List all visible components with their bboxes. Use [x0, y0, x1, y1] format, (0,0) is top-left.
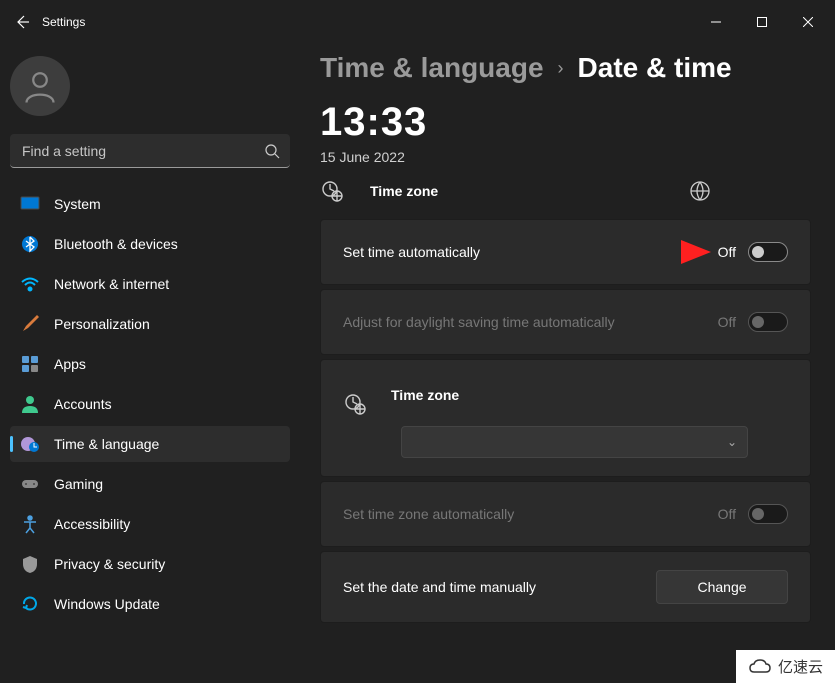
clock-globe-icon: [20, 434, 40, 454]
chevron-down-icon: ⌄: [727, 435, 737, 449]
close-icon: [803, 17, 813, 27]
sidebar-item-apps[interactable]: Apps: [10, 346, 290, 382]
toggle-auto-timezone: [748, 504, 788, 524]
sidebar-item-label: Bluetooth & devices: [54, 236, 178, 252]
minimize-icon: [711, 17, 721, 27]
setting-timezone: Time zone ⌄: [320, 359, 811, 477]
sidebar-item-label: Accounts: [54, 396, 112, 412]
setting-label: Set time zone automatically: [343, 506, 718, 522]
apps-icon: [20, 354, 40, 374]
breadcrumb: Time & language › Date & time: [320, 52, 811, 84]
clock-time: 13:33: [320, 100, 811, 145]
toggle-state: Off: [718, 314, 736, 330]
sidebar-item-privacy[interactable]: Privacy & security: [10, 546, 290, 582]
sidebar-item-label: System: [54, 196, 101, 212]
clock-globe-icon: [320, 179, 344, 203]
search-input[interactable]: [10, 134, 290, 168]
setting-auto-timezone: Set time zone automatically Off: [320, 481, 811, 547]
setting-label: Time zone: [387, 387, 459, 403]
chevron-right-icon: ›: [558, 58, 564, 79]
breadcrumb-parent[interactable]: Time & language: [320, 52, 544, 84]
clock-date: 15 June 2022: [320, 149, 811, 165]
sidebar-item-label: Privacy & security: [54, 556, 165, 572]
timezone-select[interactable]: ⌄: [401, 426, 748, 458]
gamepad-icon: [20, 474, 40, 494]
setting-label: Adjust for daylight saving time automati…: [343, 314, 718, 330]
maximize-button[interactable]: [739, 6, 785, 38]
timezone-header-label: Time zone: [364, 183, 669, 199]
close-button[interactable]: [785, 6, 831, 38]
nav-list: System Bluetooth & devices Network & int…: [10, 186, 290, 622]
sidebar-item-label: Gaming: [54, 476, 103, 492]
clock-globe-icon: [343, 392, 367, 416]
toggle-state: Off: [718, 244, 736, 260]
sidebar: System Bluetooth & devices Network & int…: [0, 44, 300, 683]
sidebar-item-label: Windows Update: [54, 596, 160, 612]
setting-dst: Adjust for daylight saving time automati…: [320, 289, 811, 355]
sidebar-item-accounts[interactable]: Accounts: [10, 386, 290, 422]
bluetooth-icon: [20, 234, 40, 254]
accounts-icon: [20, 394, 40, 414]
sidebar-item-bluetooth[interactable]: Bluetooth & devices: [10, 226, 290, 262]
sidebar-item-accessibility[interactable]: Accessibility: [10, 506, 290, 542]
sidebar-item-network[interactable]: Network & internet: [10, 266, 290, 302]
sidebar-item-update[interactable]: Windows Update: [10, 586, 290, 622]
arrow-left-icon: [14, 14, 30, 30]
brush-icon: [20, 314, 40, 334]
watermark: 亿速云: [736, 650, 835, 683]
sidebar-item-label: Network & internet: [54, 276, 169, 292]
window-controls: [693, 6, 831, 38]
watermark-logo-icon: [748, 658, 772, 676]
shield-icon: [20, 554, 40, 574]
change-button[interactable]: Change: [656, 570, 788, 604]
titlebar: Settings: [0, 0, 835, 44]
minimize-button[interactable]: [693, 6, 739, 38]
globe-icon: [689, 180, 711, 202]
accessibility-icon: [20, 514, 40, 534]
maximize-icon: [757, 17, 767, 27]
sidebar-item-personalization[interactable]: Personalization: [10, 306, 290, 342]
setting-label: Set the date and time manually: [343, 579, 656, 595]
window-title: Settings: [42, 15, 85, 29]
sidebar-item-label: Personalization: [54, 316, 150, 332]
sidebar-item-system[interactable]: System: [10, 186, 290, 222]
sidebar-item-gaming[interactable]: Gaming: [10, 466, 290, 502]
sidebar-item-time-language[interactable]: Time & language: [10, 426, 290, 462]
system-icon: [20, 194, 40, 214]
toggle-auto-time[interactable]: [748, 242, 788, 262]
main-content: Time & language › Date & time 13:33 15 J…: [300, 44, 835, 683]
sidebar-item-label: Apps: [54, 356, 86, 372]
wifi-icon: [20, 274, 40, 294]
toggle-dst: [748, 312, 788, 332]
user-avatar[interactable]: [10, 56, 70, 116]
search-box[interactable]: [10, 134, 290, 168]
sidebar-item-label: Time & language: [54, 436, 159, 452]
setting-auto-time[interactable]: Set time automatically Off: [320, 219, 811, 285]
setting-manual-time: Set the date and time manually Change: [320, 551, 811, 623]
person-icon: [22, 68, 58, 104]
breadcrumb-current: Date & time: [578, 52, 732, 84]
sidebar-item-label: Accessibility: [54, 516, 130, 532]
timezone-header: Time zone: [320, 173, 811, 219]
setting-label: Set time automatically: [343, 244, 718, 260]
back-button[interactable]: [4, 4, 40, 40]
toggle-state: Off: [718, 506, 736, 522]
watermark-text: 亿速云: [778, 656, 823, 677]
update-icon: [20, 594, 40, 614]
search-icon[interactable]: [264, 143, 280, 159]
